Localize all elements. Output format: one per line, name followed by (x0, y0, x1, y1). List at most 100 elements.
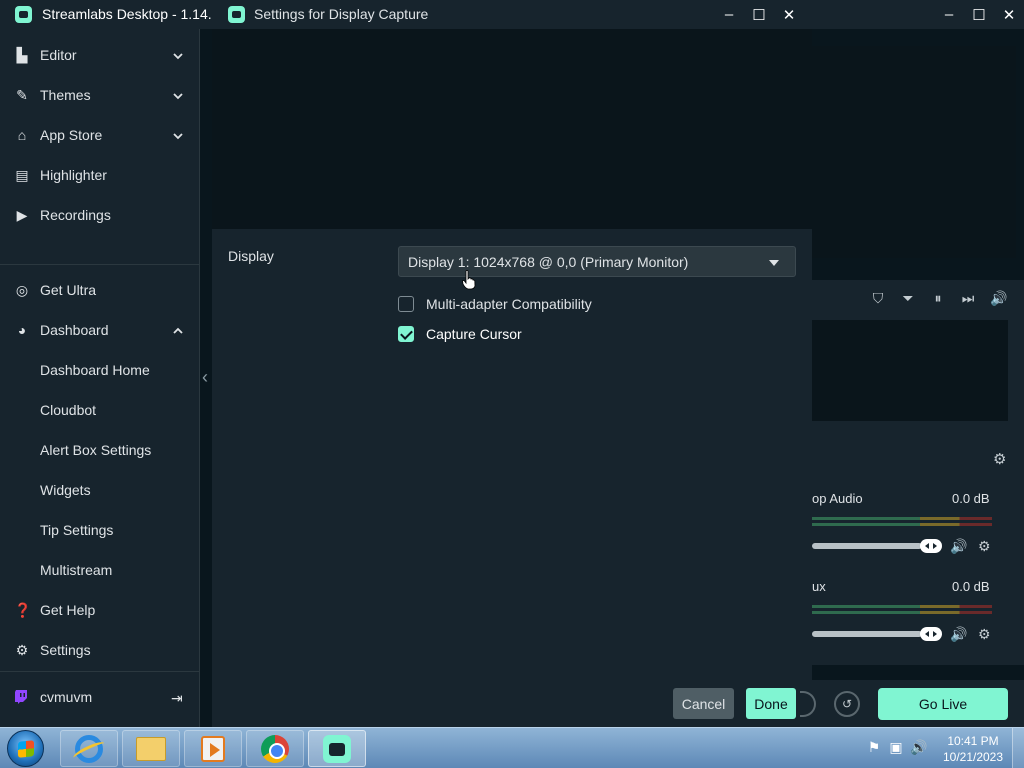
shield-icon[interactable]: ⛉ (870, 290, 886, 307)
sidebar-item-alert-box-settings[interactable]: Alert Box Settings (0, 434, 200, 466)
sidebar-item-highlighter[interactable]: ▤ Highlighter (0, 159, 200, 191)
display-select[interactable]: Display 1: 1024x768 @ 0,0 (Primary Monit… (398, 246, 796, 277)
sidebar-item-label: Settings (40, 642, 91, 658)
sidebar-item-label: Alert Box Settings (40, 442, 152, 458)
show-desktop-button[interactable] (1012, 728, 1024, 768)
main-window-title: Streamlabs Desktop - 1.14.0 (42, 6, 220, 22)
source-preview (212, 29, 812, 229)
maximize-button[interactable]: ☐ (744, 0, 774, 29)
sidebar-item-get-help[interactable]: ❓ Get Help (0, 594, 200, 626)
streamlabs-icon (323, 734, 351, 763)
sidebar-item-multistream[interactable]: Multistream (0, 554, 200, 586)
volume-meter (812, 517, 992, 520)
multi-adapter-checkbox-row[interactable]: Multi-adapter Compatibility (398, 294, 592, 314)
sidebar-item-app-store[interactable]: ⌂ App Store (0, 119, 200, 151)
sidebar-item-label: Widgets (40, 482, 91, 498)
gear-icon[interactable]: ⚙ (978, 626, 991, 643)
main-window-controls: – ☐ ✕ (934, 0, 1024, 29)
go-live-button[interactable]: Go Live (878, 688, 1008, 720)
display-label: Display (228, 248, 274, 264)
speaker-icon[interactable]: 🔊 (990, 290, 1007, 307)
sidebar-item-label: Get Ultra (40, 282, 97, 298)
speaker-icon[interactable]: 🔊 (950, 538, 967, 555)
multi-adapter-checkbox[interactable] (398, 296, 414, 312)
system-clock[interactable]: 10:41 PM 10/21/2023 (938, 733, 1008, 765)
chevron-up-icon (172, 324, 184, 336)
volume-meter (812, 523, 992, 526)
pause-icon[interactable]: ⏸ (930, 290, 946, 307)
filter-icon[interactable]: ⏷ (900, 290, 916, 307)
user-account-row[interactable]: cvmuvm ⇥ (0, 681, 200, 713)
sidebar-item-label: Multistream (40, 562, 113, 578)
audio-source-db: 0.0 dB (952, 579, 990, 594)
sidebar-item-label: App Store (40, 127, 103, 143)
taskbar-streamlabs[interactable] (308, 730, 366, 767)
chevron-down-icon (172, 129, 184, 141)
sidebar-item-settings[interactable]: ⚙ Settings (0, 634, 200, 666)
audio-source-name: op Audio (812, 491, 863, 506)
taskbar-explorer[interactable] (122, 730, 180, 767)
close-button[interactable]: ✕ (994, 0, 1024, 29)
clock-time: 10:41 PM (947, 734, 999, 748)
volume-icon[interactable]: 🔊 (910, 739, 927, 756)
sidebar-item-label: Highlighter (40, 167, 107, 183)
sidebar-item-get-ultra[interactable]: ◎ Get Ultra (0, 274, 200, 306)
logout-icon[interactable]: ⇥ (171, 690, 183, 707)
close-button[interactable]: ✕ (774, 0, 804, 29)
network-icon[interactable]: ▣ (888, 739, 904, 756)
done-button[interactable]: Done (746, 688, 796, 719)
action-center-flag-icon[interactable]: ⚑ (866, 739, 882, 756)
minimize-button[interactable]: – (934, 0, 964, 29)
sidebar-item-label: Editor (40, 47, 77, 63)
sidebar-item-widgets[interactable]: Widgets (0, 474, 200, 506)
volume-slider-knob[interactable] (920, 539, 942, 553)
volume-slider-knob[interactable] (920, 627, 942, 641)
volume-slider[interactable] (812, 631, 922, 637)
volume-meter (812, 605, 992, 608)
dropdown-caret-icon (769, 260, 779, 266)
sidebar-item-label: Tip Settings (40, 522, 114, 538)
media-player-icon (201, 735, 225, 762)
sidebar-item-tip-settings[interactable]: Tip Settings (0, 514, 200, 546)
streamlabs-logo-icon (228, 6, 245, 23)
hand-cursor-icon (462, 270, 476, 290)
capture-cursor-checkbox-row[interactable]: Capture Cursor (398, 324, 522, 344)
ultra-icon: ◎ (15, 282, 29, 298)
username: cvmuvm (40, 689, 93, 705)
sidebar-item-editor[interactable]: ▙ Editor (0, 39, 200, 71)
history-icon[interactable]: ↺ (834, 691, 860, 717)
maximize-button[interactable]: ☐ (964, 0, 994, 29)
chrome-icon (261, 734, 289, 763)
multi-adapter-label: Multi-adapter Compatibility (426, 296, 592, 312)
cancel-button[interactable]: Cancel (673, 688, 734, 719)
sidebar-item-dashboard[interactable]: ◕ Dashboard (0, 314, 200, 346)
sidebar-item-dashboard-home[interactable]: Dashboard Home (0, 354, 200, 386)
sidebar-item-cloudbot[interactable]: Cloudbot (0, 394, 200, 426)
volume-meter (812, 611, 992, 614)
dialog-titlebar: Settings for Display Capture – ☐ ✕ (212, 0, 812, 29)
highlighter-icon: ▤ (15, 167, 29, 183)
skip-forward-icon[interactable]: ⏭ (960, 290, 976, 307)
sidebar-item-label: Get Help (40, 602, 96, 618)
system-tray: ⚑ ▣ 🔊 (866, 739, 928, 756)
chevron-down-icon (172, 49, 184, 61)
taskbar-media-player[interactable] (184, 730, 242, 767)
speaker-icon[interactable]: 🔊 (950, 626, 967, 643)
sidebar-item-recordings[interactable]: ▶ Recordings (0, 199, 200, 231)
gear-icon: ⚙ (15, 642, 29, 658)
sidebar-item-themes[interactable]: ✎ Themes (0, 79, 200, 111)
volume-slider[interactable] (812, 543, 922, 549)
sidebar-divider (0, 671, 200, 672)
clock-date: 10/21/2023 (942, 750, 1004, 764)
start-button[interactable] (7, 730, 44, 767)
mixer-gear-icon[interactable]: ⚙ (993, 450, 1006, 468)
display-select-value: Display 1: 1024x768 @ 0,0 (Primary Monit… (408, 254, 689, 270)
audio-source-db: 0.0 dB (952, 491, 990, 506)
minimize-button[interactable]: – (714, 0, 744, 29)
editor-preview (812, 46, 1016, 258)
capture-cursor-checkbox[interactable] (398, 326, 414, 342)
gear-icon[interactable]: ⚙ (978, 538, 991, 555)
taskbar-chrome[interactable] (246, 730, 304, 767)
recordings-icon: ▶ (16, 207, 28, 223)
taskbar-ie[interactable] (60, 730, 118, 767)
